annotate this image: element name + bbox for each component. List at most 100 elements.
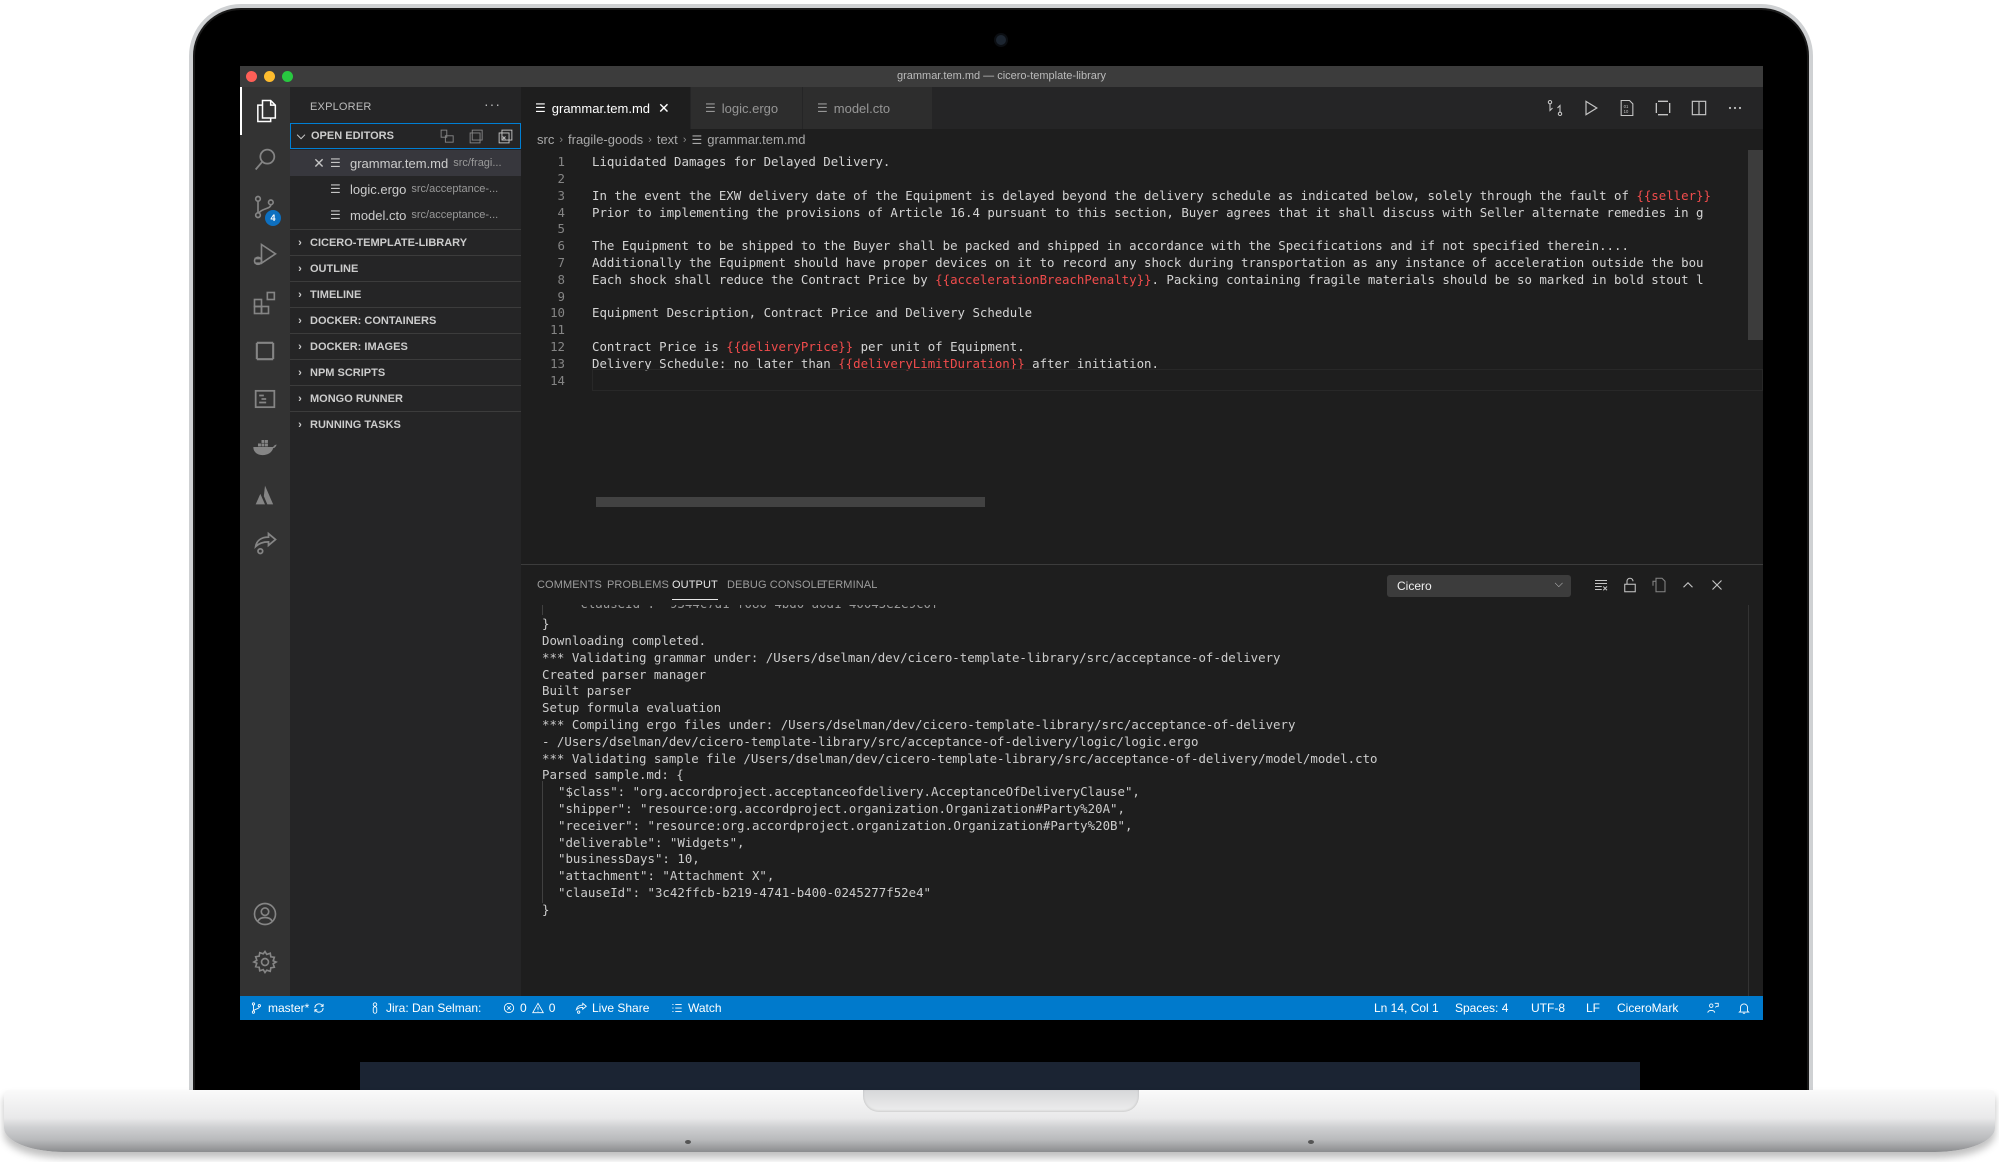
section-docker-images[interactable]: › DOCKER: IMAGES [290, 333, 521, 359]
breadcrumb-item[interactable]: grammar.tem.md [707, 132, 805, 147]
status-live-share[interactable]: Live Share [574, 996, 649, 1020]
open-log-file-icon[interactable] [1650, 576, 1668, 594]
close-icon[interactable]: ✕ [308, 155, 330, 172]
panel-tab-problems[interactable]: PROBLEMS [607, 579, 669, 591]
section-label: CICERO-TEMPLATE-LIBRARY [310, 236, 468, 249]
activity-atlassian[interactable] [240, 471, 290, 519]
current-line-highlight [592, 369, 1763, 391]
tab-logic-ergo[interactable]: ☰ logic.ergo [691, 87, 803, 129]
open-changes-icon[interactable] [1545, 98, 1565, 118]
open-editor-path: src/fragi... [453, 157, 502, 169]
vscode-window: grammar.tem.md — cicero-template-library… [240, 66, 1763, 1020]
breadcrumb-item[interactable]: fragile-goods [568, 132, 643, 147]
section-open-editors[interactable]: ⌵ OPEN EDITORS [290, 123, 521, 149]
panel-tab-output[interactable]: OUTPUT [672, 579, 718, 600]
section-timeline[interactable]: › TIMELINE [290, 281, 521, 307]
tab-label: model.cto [833, 100, 891, 116]
output-scrollbar[interactable] [1748, 605, 1749, 997]
tab-label: grammar.tem.md [551, 100, 651, 116]
section-label: OUTLINE [310, 262, 359, 275]
status-sync[interactable] [312, 996, 326, 1020]
feedback-icon [1707, 1002, 1719, 1013]
panel-tab-comments[interactable]: COMMENTS [537, 579, 602, 591]
status-problems[interactable]: 0 0 [502, 996, 555, 1020]
output-channel-select[interactable]: Cicero ⌵ [1387, 575, 1571, 597]
status-feedback[interactable] [1706, 996, 1720, 1020]
chevron-down-icon: ⌵ [296, 129, 306, 142]
status-branch[interactable]: master* [250, 996, 309, 1020]
section-cicero-template-library[interactable]: › CICERO-TEMPLATE-LIBRARY [290, 229, 521, 255]
atlassian-icon [255, 485, 274, 505]
activity-remote-explorer[interactable] [240, 327, 290, 375]
sidebar-more-button[interactable]: ··· [484, 96, 501, 112]
run-icon[interactable] [1581, 98, 1601, 118]
tab-model-cto[interactable]: ☰ model.cto [803, 87, 933, 129]
section-running-tasks[interactable]: › RUNNING TASKS [290, 411, 521, 437]
code-line[interactable]: 14 [521, 369, 1763, 391]
lock-scroll-icon[interactable] [1621, 576, 1639, 594]
status-cursor-position[interactable]: Ln 14, Col 1 [1374, 996, 1439, 1020]
focus-mode-icon[interactable] [1653, 98, 1673, 118]
panel-tab-debug-console[interactable]: DEBUG CONSOLE [727, 579, 824, 591]
close-all-icon[interactable] [497, 128, 514, 145]
breadcrumb-item[interactable]: text [657, 132, 678, 147]
activity-bar: 4 [240, 87, 290, 996]
activity-terminal-view[interactable] [240, 375, 290, 423]
window-title: grammar.tem.md — cicero-template-library [896, 70, 1107, 82]
open-editor-item[interactable]: ✕ ☰ model.cto src/acceptance-... [290, 202, 521, 228]
open-editor-item[interactable]: ✕ ☰ grammar.tem.md src/fragi... [290, 150, 521, 176]
activity-docker[interactable] [240, 423, 290, 471]
activity-extensions[interactable] [240, 279, 290, 327]
status-language[interactable]: CiceroMark [1617, 996, 1678, 1020]
close-panel-icon[interactable] [1708, 576, 1726, 594]
close-tab-icon[interactable]: ✕ [658, 100, 670, 117]
file-text-icon: ☰ [817, 101, 828, 115]
section-npm-scripts[interactable]: › NPM SCRIPTS [290, 359, 521, 385]
activity-run-debug[interactable] [240, 231, 290, 279]
maximize-panel-icon[interactable] [1679, 576, 1697, 594]
activity-live-share[interactable] [240, 519, 290, 567]
chevron-right-icon: › [648, 133, 652, 146]
activity-source-control[interactable]: 4 [240, 183, 290, 231]
chevron-right-icon: › [298, 392, 302, 405]
more-actions-icon[interactable] [1725, 98, 1745, 118]
section-mongo-runner[interactable]: › MONGO RUNNER [290, 385, 521, 411]
section-docker-containers[interactable]: › DOCKER: CONTAINERS [290, 307, 521, 333]
output-view[interactable]: "clauseId": "9344c7d1-f080-4bd0-a0d1-400… [521, 605, 1763, 995]
split-editor-icon[interactable] [1689, 98, 1709, 118]
file-text-icon: ☰ [330, 156, 341, 170]
new-untitled-file-icon[interactable] [439, 128, 456, 145]
status-jira[interactable]: Jira: Dan Selman: [368, 996, 481, 1020]
output-line: } [542, 901, 550, 917]
status-bar: master* Jira: Dan Selman: 0 0 Live Share… [240, 996, 1763, 1020]
account-icon [253, 902, 277, 926]
code-editor[interactable]: 1 Liquidated Damages for Delayed Delivery… [521, 151, 1763, 541]
save-all-icon[interactable] [468, 128, 485, 145]
vertical-scrollbar[interactable] [1748, 150, 1763, 340]
warning-icon [531, 1002, 544, 1014]
open-editor-item[interactable]: ✕ ☰ logic.ergo src/acceptance-... [290, 176, 521, 202]
clear-output-icon[interactable] [1592, 576, 1610, 594]
file-text-icon: ☰ [535, 101, 546, 115]
activity-search[interactable] [240, 135, 290, 183]
binary-file-icon[interactable]: 0110 [1617, 98, 1637, 118]
status-encoding[interactable]: UTF-8 [1531, 996, 1565, 1020]
status-watch[interactable]: Watch [670, 996, 722, 1020]
activity-explorer[interactable] [240, 87, 290, 135]
panel-actions [1592, 576, 1726, 594]
activity-manage[interactable] [240, 938, 290, 986]
horizontal-scrollbar[interactable] [596, 497, 985, 507]
chevron-right-icon: › [298, 418, 302, 431]
panel-tab-terminal[interactable]: TERMINAL [821, 579, 877, 591]
status-indentation[interactable]: Spaces: 4 [1455, 996, 1508, 1020]
activity-accounts[interactable] [240, 890, 290, 938]
breadcrumb-item[interactable]: src [537, 132, 554, 147]
chevron-down-icon: ⌵ [1554, 578, 1563, 590]
section-outline[interactable]: › OUTLINE [290, 255, 521, 281]
warning-count: 0 [548, 1001, 556, 1015]
laptop-notch [863, 1090, 1139, 1112]
status-eol[interactable]: LF [1586, 996, 1600, 1020]
bell-icon [1738, 1003, 1750, 1014]
status-notifications[interactable] [1737, 996, 1751, 1020]
tab-grammar-tem-md[interactable]: ☰ grammar.tem.md ✕ [521, 87, 691, 129]
